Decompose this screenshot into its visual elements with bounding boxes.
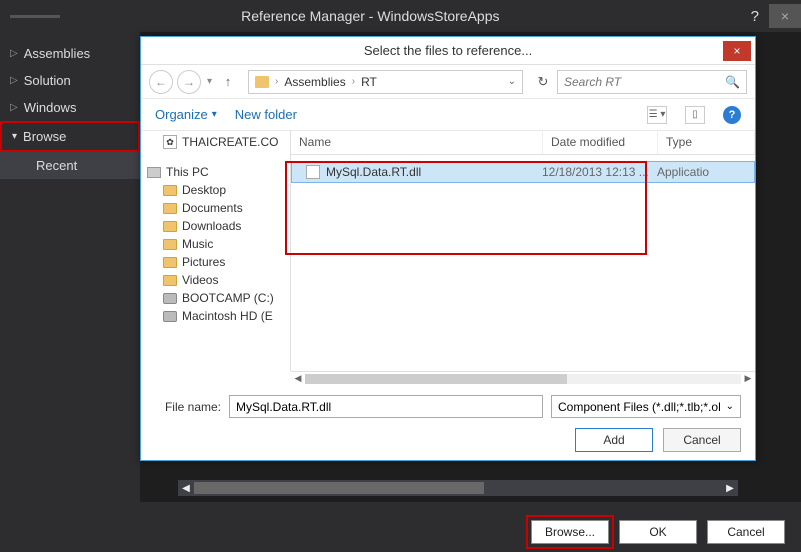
nav-back-button[interactable]: ← (149, 70, 173, 94)
pc-icon (147, 167, 161, 178)
sidebar-item-solution[interactable]: ▷ Solution (0, 67, 140, 94)
search-input[interactable] (558, 75, 746, 89)
tree-item-downloads[interactable]: Downloads (141, 217, 290, 235)
file-name: MySql.Data.RT.dll (326, 165, 542, 179)
nav-forward-button[interactable]: → (177, 70, 201, 94)
dialog-navbar: ← → ▾ ↑ › Assemblies › RT ⌄ ↻ 🔍 (141, 65, 755, 99)
chevron-down-icon: ⌄ (726, 401, 734, 412)
tree-item-videos[interactable]: Videos (141, 271, 290, 289)
filename-input[interactable] (229, 395, 543, 418)
ok-button[interactable]: OK (619, 520, 697, 544)
sidebar-label: Windows (24, 100, 77, 115)
drive-icon (163, 293, 177, 304)
file-open-dialog: Select the files to reference... × ← → ▾… (140, 36, 756, 461)
dialog-cancel-button[interactable]: Cancel (663, 428, 741, 452)
scroll-thumb[interactable] (305, 374, 567, 384)
sidebar-item-windows[interactable]: ▷ Windows (0, 94, 140, 121)
sidebar-item-browse[interactable]: ▾ Browse (0, 121, 140, 152)
drive-icon (163, 311, 177, 322)
scroll-right-icon[interactable]: ▶ (741, 373, 755, 384)
chevron-down-icon[interactable]: ▾ (205, 76, 214, 87)
tree-item-this-pc[interactable]: This PC (141, 163, 290, 181)
organize-button[interactable]: Organize ▾ (155, 107, 217, 122)
list-header: Name Date modified Type (291, 131, 755, 155)
browse-button[interactable]: Browse... (531, 520, 609, 544)
col-date[interactable]: Date modified (543, 131, 658, 154)
dialog-titlebar: Select the files to reference... × (141, 37, 755, 65)
folder-icon (163, 185, 177, 196)
site-icon: ✿ (163, 135, 177, 149)
search-icon[interactable]: 🔍 (725, 75, 740, 89)
reference-sidebar: ▷ Assemblies ▷ Solution ▷ Windows ▾ Brow… (0, 32, 140, 502)
scroll-right-icon[interactable]: ▶ (722, 483, 738, 494)
nav-up-button[interactable]: ↑ (218, 72, 238, 92)
breadcrumb-segment[interactable]: RT (361, 75, 377, 89)
reference-manager-titlebar: Reference Manager - WindowsStoreApps ? × (0, 0, 801, 32)
tree-item-macintosh[interactable]: Macintosh HD (E (141, 307, 290, 325)
sidebar-item-assemblies[interactable]: ▷ Assemblies (0, 40, 140, 67)
scroll-left-icon[interactable]: ◀ (178, 483, 194, 494)
sidebar-label: Solution (24, 73, 71, 88)
preview-pane-button[interactable]: ▯ (685, 106, 705, 124)
tree-item-music[interactable]: Music (141, 235, 290, 253)
dialog-title: Select the files to reference... (364, 43, 532, 58)
view-options-button[interactable]: ☰ ▾ (647, 106, 667, 124)
caret-down-icon: ▾ (12, 131, 17, 142)
sidebar-item-recent[interactable]: Recent (0, 152, 140, 179)
new-folder-button[interactable]: New folder (235, 107, 297, 122)
file-filter-dropdown[interactable]: Component Files (*.dll;*.tlb;*.ol ⌄ (551, 395, 741, 418)
tree-item-documents[interactable]: Documents (141, 199, 290, 217)
breadcrumb-dropdown-icon[interactable]: ⌄ (508, 76, 516, 87)
tree-item-pictures[interactable]: Pictures (141, 253, 290, 271)
folder-icon (255, 76, 269, 88)
filename-label: File name: (155, 400, 221, 414)
col-name[interactable]: Name (291, 131, 543, 154)
chevron-right-icon: › (352, 76, 355, 87)
cancel-button[interactable]: Cancel (707, 520, 785, 544)
dialog-footer: File name: Component Files (*.dll;*.tlb;… (141, 385, 755, 462)
caret-right-icon: ▷ (10, 102, 18, 113)
close-button[interactable]: × (769, 4, 801, 28)
outer-button-bar: Browse... OK Cancel (0, 520, 801, 544)
dialog-help-button[interactable]: ? (723, 106, 741, 124)
tree-item-thaicreate[interactable]: ✿ THAICREATE.CO (141, 133, 290, 151)
sidebar-label: Assemblies (24, 46, 90, 61)
help-button[interactable]: ? (741, 8, 769, 25)
chevron-right-icon: › (275, 76, 278, 87)
col-type[interactable]: Type (658, 131, 755, 154)
chevron-down-icon: ▾ (212, 109, 217, 120)
window-title: Reference Manager - WindowsStoreApps (0, 8, 741, 24)
folder-icon (163, 239, 177, 250)
folder-icon (163, 257, 177, 268)
dialog-close-button[interactable]: × (723, 41, 751, 61)
add-button[interactable]: Add (575, 428, 653, 452)
file-date: 12/18/2013 12:13 ... (542, 165, 657, 179)
folder-icon (163, 203, 177, 214)
breadcrumb-segment[interactable]: Assemblies (284, 75, 345, 89)
scroll-left-icon[interactable]: ◀ (291, 373, 305, 384)
outer-horizontal-scrollbar[interactable]: ◀ ▶ (178, 480, 738, 496)
tree-item-desktop[interactable]: Desktop (141, 181, 290, 199)
horizontal-scrollbar[interactable]: ◀ ▶ (291, 371, 755, 385)
folder-icon (163, 275, 177, 286)
dialog-toolbar: Organize ▾ New folder ☰ ▾ ▯ ? (141, 99, 755, 131)
scroll-thumb[interactable] (194, 482, 484, 494)
caret-right-icon: ▷ (10, 48, 18, 59)
sidebar-label: Browse (23, 129, 66, 144)
file-row[interactable]: MySql.Data.RT.dll 12/18/2013 12:13 ... A… (291, 161, 755, 183)
file-list: Name Date modified Type MySql.Data.RT.dl… (291, 131, 755, 371)
breadcrumb-bar[interactable]: › Assemblies › RT ⌄ (248, 70, 523, 94)
caret-right-icon: ▷ (10, 75, 18, 86)
search-box[interactable]: 🔍 (557, 70, 747, 94)
folder-tree: ✿ THAICREATE.CO This PC Desktop Document… (141, 131, 291, 371)
title-grip (10, 15, 60, 18)
file-type: Applicatio (657, 165, 709, 179)
file-icon (306, 165, 320, 179)
folder-icon (163, 221, 177, 232)
tree-item-bootcamp[interactable]: BOOTCAMP (C:) (141, 289, 290, 307)
refresh-button[interactable]: ↻ (533, 74, 553, 90)
